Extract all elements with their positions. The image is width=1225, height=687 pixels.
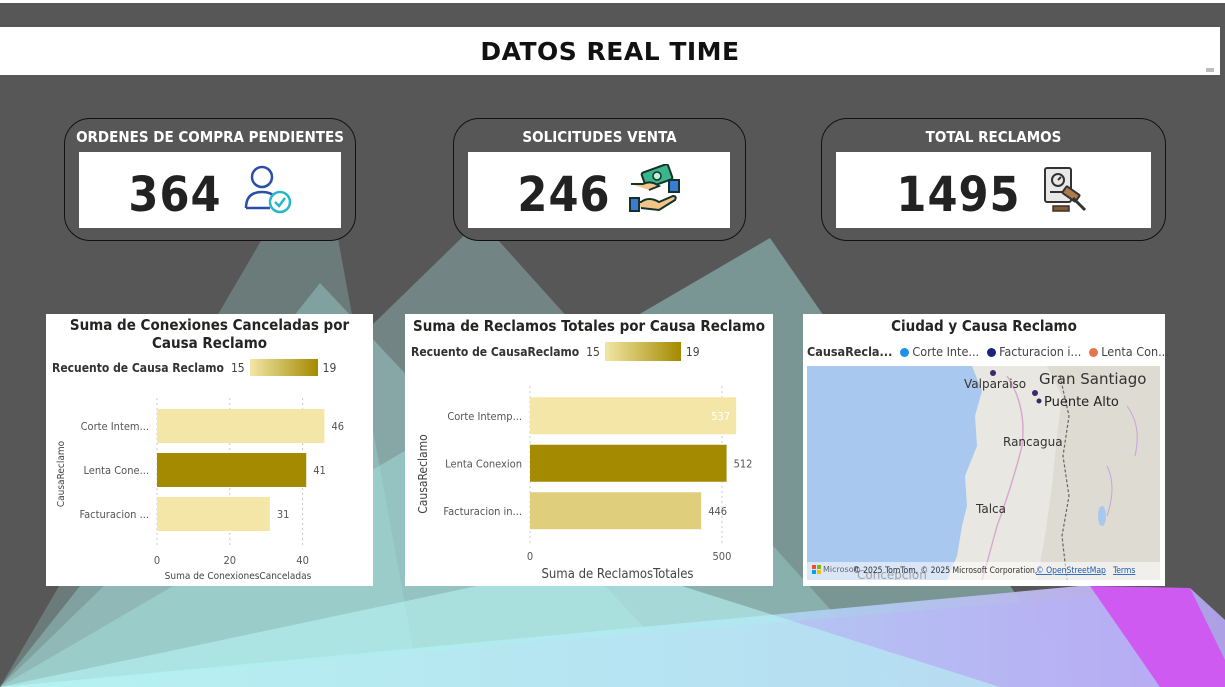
bar[interactable] — [157, 409, 325, 443]
bar[interactable] — [530, 444, 727, 482]
bar-chart-svg: 0 500 Corte Intemp... 537 Lenta Conexion 512 F… — [416, 386, 753, 582]
bar[interactable] — [530, 397, 737, 435]
complaint-gavel-icon — [1043, 167, 1086, 212]
legend-dot-icon — [900, 348, 910, 357]
chart-reclamos-totales[interactable]: Suma de Reclamos Totales por Causa Recla… — [405, 314, 773, 586]
page-title: DATOS REAL TIME — [480, 36, 740, 66]
x-tick-label: 0 — [154, 554, 160, 567]
x-axis-title: Suma de ConexionesCanceladas — [165, 571, 312, 582]
resize-handle[interactable] — [1206, 68, 1214, 72]
kpi-value: 246 — [517, 167, 611, 223]
x-tick-label: 40 — [296, 554, 309, 567]
map-place-label: Talca — [975, 502, 1006, 516]
map-ciudad-causa[interactable]: Ciudad y Causa Reclamo CausaRecla... Cor… — [803, 314, 1169, 586]
map-svg: Valparaiso Gran Santiago Puente Alto Ran… — [807, 366, 1160, 580]
category-label: Facturacion in... — [443, 505, 522, 518]
kpi-title: TOTAL RECLAMOS — [925, 128, 1062, 146]
osm-link[interactable]: © OpenStreetMap — [1036, 566, 1106, 576]
map-marker[interactable] — [1036, 398, 1042, 404]
header-bar: DATOS REAL TIME — [0, 27, 1220, 75]
data-label: 46 — [331, 420, 344, 433]
map-marker[interactable] — [1032, 390, 1038, 396]
map-canvas[interactable]: Valparaiso Gran Santiago Puente Alto Ran… — [807, 366, 1160, 580]
chart-conexiones-canceladas[interactable]: Suma de Conexiones Canceladas por Causa … — [46, 314, 373, 586]
x-tick-label: 500 — [713, 550, 732, 563]
bar[interactable] — [157, 453, 307, 487]
y-axis-title: CausaReclamo — [56, 440, 67, 507]
terms-link[interactable]: Terms — [1112, 566, 1135, 576]
kpi-solicitudes-venta[interactable]: SOLICITUDES VENTA 246 — [453, 118, 746, 241]
map-marker[interactable] — [990, 370, 996, 376]
y-axis-title: CausaReclamo — [416, 434, 430, 514]
data-label: 41 — [313, 464, 326, 477]
map-place-label: Gran Santiago — [1039, 370, 1146, 388]
bar[interactable] — [157, 497, 270, 531]
data-label: 537 — [711, 410, 730, 423]
kpi-card: 1495 — [836, 152, 1151, 228]
map-place-label: Puente Alto — [1044, 395, 1119, 410]
legend-dot-icon — [1089, 348, 1099, 357]
legend-dot-icon — [987, 348, 997, 357]
category-label: Lenta Cone... — [83, 464, 149, 477]
legend-item[interactable]: Lenta Con... — [1089, 344, 1169, 359]
legend-item[interactable]: Corte Inte... — [900, 344, 979, 359]
data-label: 446 — [708, 505, 727, 518]
kpi-ordenes-compra[interactable]: ORDENES DE COMPRA PENDIENTES 364 — [64, 118, 356, 241]
legend-title: CausaRecla... — [807, 344, 893, 359]
kpi-title: ORDENES DE COMPRA PENDIENTES — [76, 128, 344, 146]
kpi-total-reclamos[interactable]: TOTAL RECLAMOS 1495 — [821, 118, 1166, 241]
bar-chart-svg: 0 20 40 Corte Intem... 46 Lenta Cone... 41 Fact… — [56, 398, 344, 582]
bar[interactable] — [530, 492, 702, 530]
category-label: Corte Intem... — [81, 420, 149, 433]
x-tick-label: 0 — [527, 550, 533, 563]
x-axis-title: Suma de ReclamosTotales — [541, 567, 693, 582]
map-title: Ciudad y Causa Reclamo — [891, 317, 1077, 335]
category-label: Facturacion ... — [79, 508, 149, 521]
data-label: 512 — [734, 457, 753, 470]
x-tick-label: 20 — [224, 554, 237, 567]
map-attribution: © 2025 TomTom, © 2025 Microsoft Corporat… — [853, 566, 1037, 576]
kpi-value: 1495 — [896, 167, 1021, 223]
data-label: 31 — [277, 508, 290, 521]
map-place-label: Valparaiso — [964, 377, 1026, 391]
kpi-card: 364 — [79, 152, 341, 228]
kpi-value: 364 — [128, 167, 222, 223]
category-label: Corte Intemp... — [447, 410, 522, 423]
legend-item[interactable]: Facturacion i... — [987, 344, 1081, 359]
category-label: Lenta Conexion — [445, 457, 522, 470]
user-check-icon — [244, 165, 291, 214]
kpi-card: 246 — [468, 152, 730, 228]
money-handshake-icon — [628, 164, 680, 212]
top-strip — [0, 0, 1225, 3]
kpi-title: SOLICITUDES VENTA — [522, 128, 677, 146]
map-legend: CausaRecla... Corte Inte... Facturacion … — [807, 344, 1169, 359]
map-place-label: Rancagua — [1003, 435, 1063, 449]
